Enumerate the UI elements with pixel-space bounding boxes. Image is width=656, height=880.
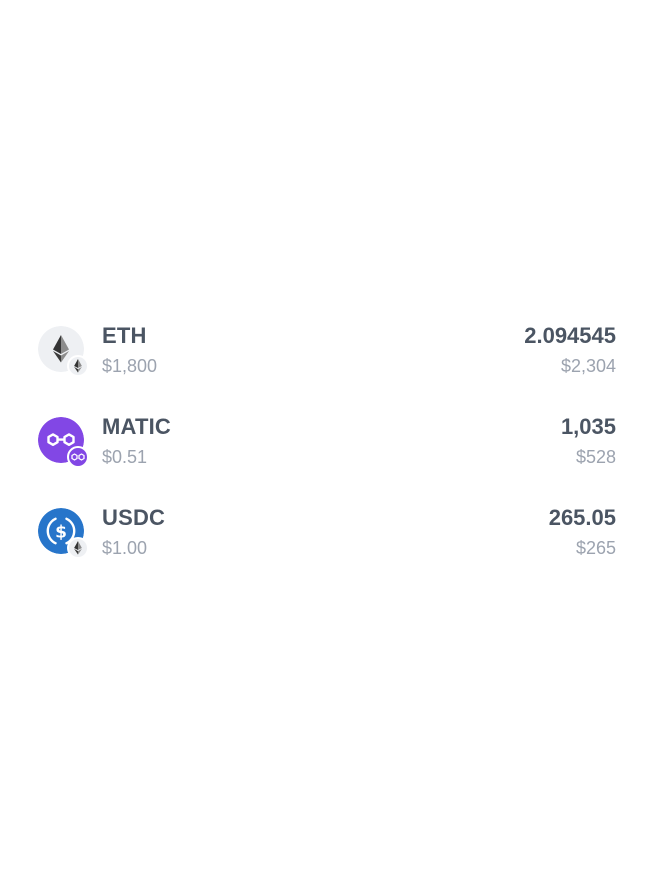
token-value: $2,304 [560, 356, 616, 376]
ethereum-network-icon [67, 537, 89, 559]
token-icon-matic [38, 417, 89, 468]
token-price: $1,800 [102, 356, 158, 376]
token-balance: 2.094545 [524, 323, 616, 348]
token-symbol: USDC [102, 505, 166, 530]
token-row-matic[interactable]: MATIC $0.51 1,035 $528 [0, 395, 656, 486]
token-row-usdc[interactable]: $ USDC $1.00 265.05 $265 [0, 486, 656, 577]
token-price: $1.00 [102, 538, 148, 558]
token-icon-usdc: $ [38, 508, 89, 559]
token-icon-eth [38, 326, 89, 377]
token-row-eth[interactable]: ETH $1,800 2.094545 $2,304 [0, 304, 656, 395]
token-value: $265 [575, 538, 616, 558]
token-value: $528 [575, 447, 616, 467]
token-list: ETH $1,800 2.094545 $2,304 MATIC $0.51 1… [0, 304, 656, 577]
token-price: $0.51 [102, 447, 148, 467]
ethereum-network-icon [67, 355, 89, 377]
token-symbol: MATIC [102, 414, 172, 439]
token-balance: 1,035 [560, 414, 616, 439]
token-symbol: ETH [102, 323, 147, 348]
token-balance: 265.05 [548, 505, 616, 530]
svg-text:$: $ [55, 523, 67, 543]
polygon-network-icon [67, 446, 89, 468]
